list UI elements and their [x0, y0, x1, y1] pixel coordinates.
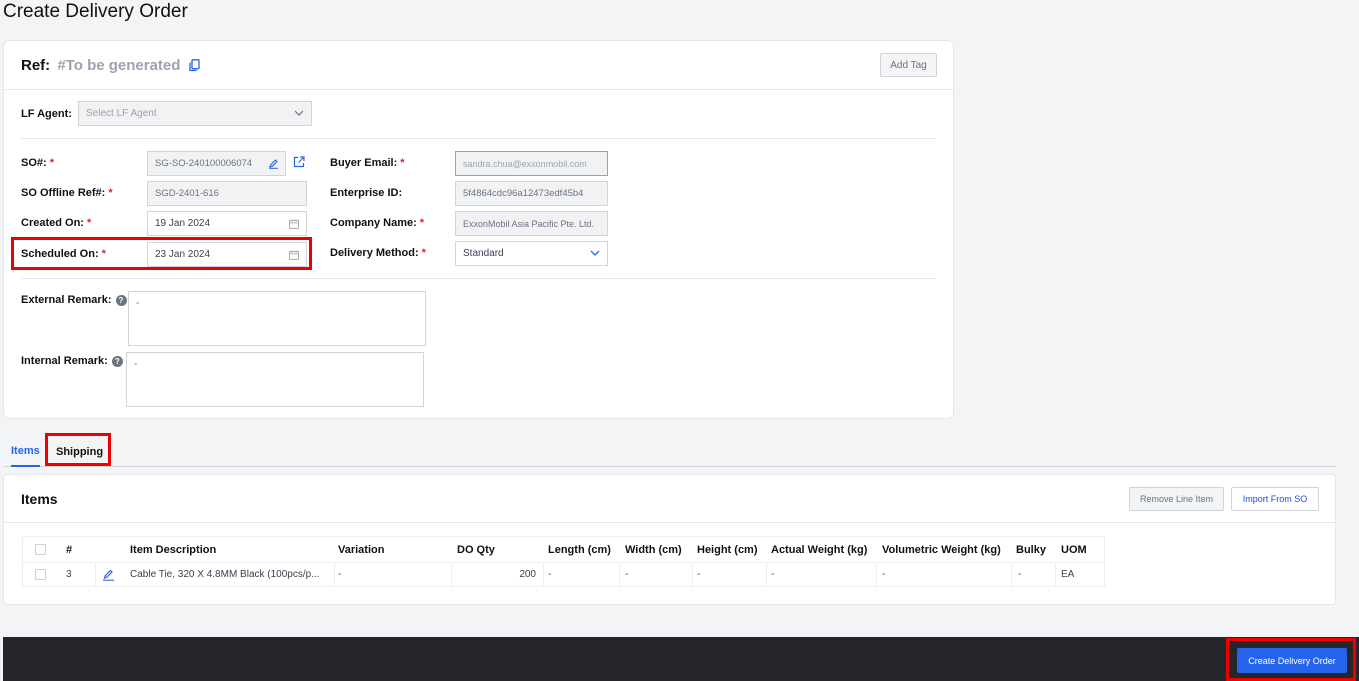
external-remark-value: -	[136, 298, 140, 309]
row-checkbox[interactable]	[35, 562, 46, 587]
cell-divider	[543, 562, 544, 587]
lf-agent-select[interactable]: Select LF Agent	[78, 101, 312, 126]
item-uom: EA	[1061, 569, 1075, 580]
order-details-card: Ref: #To be generated Add Tag LF Agent: …	[3, 40, 954, 419]
edit-row-icon[interactable]	[102, 562, 115, 587]
column-header: Width (cm)	[625, 543, 682, 556]
chevron-down-icon	[590, 250, 600, 256]
company-name-value: ExxonMobil Asia Pacific Pte. Ltd.	[463, 218, 595, 229]
edit-icon[interactable]	[268, 158, 279, 169]
buyer-email-label: Buyer Email: *	[330, 157, 405, 169]
so-offline-ref-value: SGD-2401-616	[155, 188, 219, 199]
enterprise-id-label: Enterprise ID:	[330, 187, 403, 199]
delivery-method-label: Delivery Method: *	[330, 247, 426, 259]
item-do-qty: 200	[519, 569, 536, 580]
calendar-icon	[289, 250, 299, 260]
column-header: Height (cm)	[697, 543, 758, 556]
external-link-icon[interactable]	[293, 155, 305, 173]
cell-divider	[1055, 562, 1056, 587]
help-icon[interactable]: ?	[115, 295, 127, 306]
select-all-checkbox[interactable]	[35, 537, 46, 562]
copy-icon[interactable]	[188, 59, 200, 76]
item-bulky: -	[1018, 569, 1022, 580]
ref-label: Ref:	[21, 57, 51, 74]
cell-divider	[692, 562, 693, 587]
created-on-datepicker[interactable]: 19 Jan 2024	[147, 211, 307, 236]
buyer-email-value: sandra.chua@exxonmobil.com	[463, 158, 587, 169]
divider	[4, 89, 953, 90]
add-tag-button[interactable]: Add Tag	[880, 53, 937, 77]
created-on-value: 19 Jan 2024	[155, 218, 211, 229]
divider	[21, 278, 936, 279]
tab-items[interactable]: Items	[11, 436, 40, 467]
item-height: -	[697, 569, 701, 580]
external-remark-label: External Remark:?	[21, 294, 127, 306]
column-header: DO Qty	[457, 543, 495, 556]
import-from-so-button[interactable]: Import From SO	[1231, 487, 1319, 511]
item-length: -	[548, 569, 552, 580]
divider	[4, 522, 1335, 523]
column-header: Length (cm)	[548, 543, 611, 556]
so-offline-ref-field[interactable]: SGD-2401-616	[147, 181, 307, 206]
cell-divider	[95, 562, 96, 587]
column-header: UOM	[1061, 543, 1087, 556]
help-icon[interactable]: ?	[111, 356, 123, 367]
chevron-down-icon	[294, 110, 304, 116]
internal-remark-textarea[interactable]: -	[126, 352, 424, 407]
tab-bar: Items Shipping	[3, 436, 1336, 467]
cell-divider	[1011, 562, 1012, 587]
item-width: -	[625, 569, 629, 580]
so-number-value: SG-SO-240100006074	[155, 158, 253, 169]
buyer-email-field[interactable]: sandra.chua@exxonmobil.com	[455, 151, 608, 176]
cell-divider	[619, 562, 620, 587]
delivery-method-value: Standard	[463, 248, 504, 259]
so-number-field[interactable]: SG-SO-240100006074	[147, 151, 286, 176]
company-name-field[interactable]: ExxonMobil Asia Pacific Pte. Ltd.	[455, 211, 608, 236]
tab-shipping[interactable]: Shipping	[56, 436, 103, 467]
item-variation: -	[338, 569, 342, 580]
item-actual-weight: -	[771, 569, 775, 580]
column-header: Variation	[338, 543, 385, 556]
ref-value: #To be generated	[57, 57, 181, 74]
cell-divider	[451, 562, 452, 587]
internal-remark-label: Internal Remark:?	[21, 355, 123, 367]
so-offline-ref-label: SO Offline Ref#: *	[21, 187, 113, 199]
enterprise-id-value: 5f4864cdc96a12473edf45b4	[463, 188, 584, 199]
so-number-label: SO#: *	[21, 157, 54, 169]
column-header: Actual Weight (kg)	[771, 543, 868, 556]
column-header: #	[66, 543, 73, 556]
external-remark-textarea[interactable]: -	[128, 291, 426, 346]
row-number: 3	[66, 569, 72, 580]
footer-bar	[3, 637, 1359, 681]
remove-line-item-button[interactable]: Remove Line Item	[1129, 487, 1224, 511]
lf-agent-placeholder: Select LF Agent	[86, 108, 157, 119]
items-card: Items Remove Line Item Import From SO # …	[3, 474, 1336, 605]
ref-heading: Ref: #To be generated	[21, 57, 200, 76]
cell-divider	[334, 562, 335, 587]
page-title: Create Delivery Order	[3, 1, 188, 22]
item-description: Cable Tie, 320 X 4.8MM Black (100pcs/p..…	[130, 569, 320, 580]
company-name-label: Company Name: *	[330, 217, 425, 229]
cell-divider	[876, 562, 877, 587]
created-on-label: Created On: *	[21, 217, 92, 229]
column-header: Item Description	[130, 543, 217, 556]
divider	[21, 138, 936, 139]
items-table: # Item Description Variation DO Qty Leng…	[22, 536, 1105, 587]
column-header: Bulky	[1016, 543, 1046, 556]
enterprise-id-field[interactable]: 5f4864cdc96a12473edf45b4	[455, 181, 608, 206]
column-header: Volumetric Weight (kg)	[882, 543, 1001, 556]
items-title: Items	[21, 491, 58, 507]
create-delivery-order-button[interactable]: Create Delivery Order	[1237, 648, 1347, 673]
scheduled-on-datepicker[interactable]: 23 Jan 2024	[147, 242, 307, 267]
calendar-icon	[289, 219, 299, 229]
cell-divider	[766, 562, 767, 587]
delivery-method-select[interactable]: Standard	[455, 241, 608, 266]
lf-agent-label: LF Agent:	[21, 108, 72, 120]
internal-remark-value: -	[134, 359, 138, 370]
scheduled-on-label: Scheduled On: *	[21, 248, 106, 260]
scheduled-on-value: 23 Jan 2024	[155, 249, 211, 260]
item-volumetric-weight: -	[882, 569, 886, 580]
